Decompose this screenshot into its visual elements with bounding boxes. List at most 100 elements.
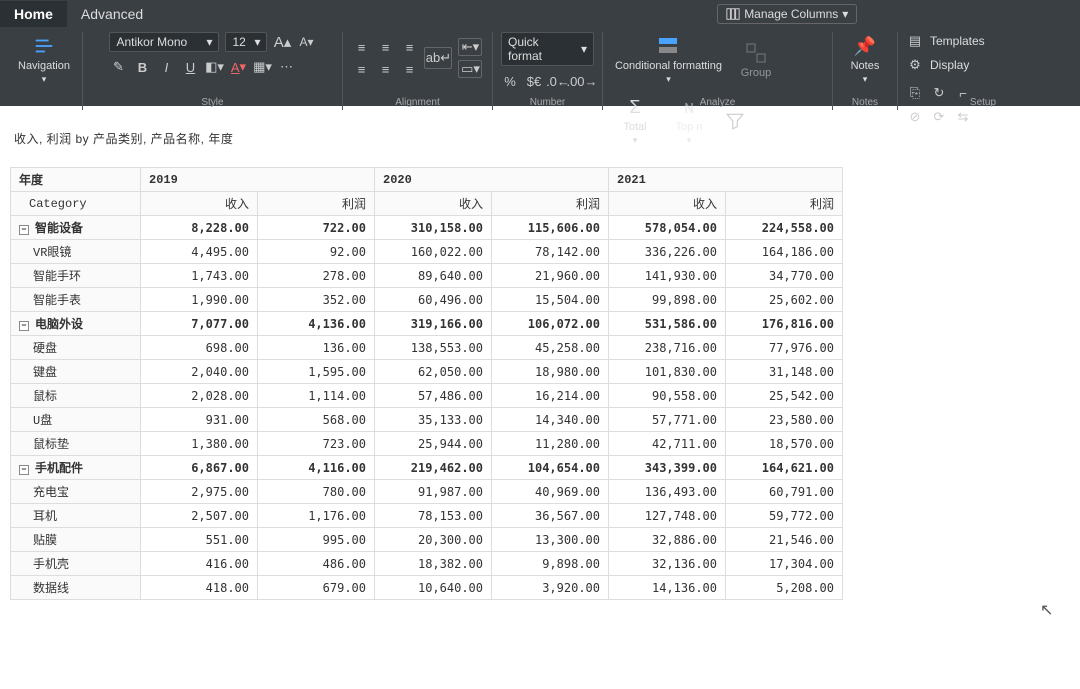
cell[interactable]: 5,208.00 (726, 576, 843, 600)
cell[interactable]: 2,040.00 (141, 360, 258, 384)
templates-button[interactable]: ▤ Templates (906, 32, 985, 50)
cell[interactable]: 18,382.00 (375, 552, 492, 576)
cell[interactable]: 1,595.00 (258, 360, 375, 384)
tab-home[interactable]: Home (0, 1, 67, 27)
quick-format-select[interactable]: Quick format▾ (501, 32, 594, 66)
table-row-label[interactable]: 数据线 (11, 576, 141, 600)
cell[interactable]: 780.00 (258, 480, 375, 504)
cell[interactable]: 418.00 (141, 576, 258, 600)
cell[interactable]: 78,153.00 (375, 504, 492, 528)
table-row-label[interactable]: 鼠标 (11, 384, 141, 408)
font-family-select[interactable]: Antikor Mono▾ (109, 32, 219, 52)
table-row-label[interactable]: VR眼镜 (11, 240, 141, 264)
font-size-select[interactable]: 12▾ (225, 32, 267, 52)
cell[interactable]: 36,567.00 (492, 504, 609, 528)
cell[interactable]: 238,716.00 (609, 336, 726, 360)
cell[interactable]: 13,300.00 (492, 528, 609, 552)
table-row-label[interactable]: 充电宝 (11, 480, 141, 504)
table-row-label[interactable]: 手机壳 (11, 552, 141, 576)
cell[interactable]: 10,640.00 (375, 576, 492, 600)
table-row-label[interactable]: 贴膜 (11, 528, 141, 552)
header-category[interactable]: Category (11, 192, 141, 216)
total-button[interactable]: Σ Total▾ (611, 93, 659, 148)
cell[interactable]: 42,711.00 (609, 432, 726, 456)
border-button[interactable]: ▦▾ (253, 58, 271, 76)
cell[interactable]: 336,226.00 (609, 240, 726, 264)
cell[interactable]: 138,553.00 (375, 336, 492, 360)
cell[interactable]: 14,340.00 (492, 408, 609, 432)
percent-button[interactable]: % (501, 72, 519, 90)
cell[interactable]: 1,990.00 (141, 288, 258, 312)
cell[interactable]: 11,280.00 (492, 432, 609, 456)
cell[interactable]: 310,158.00 (375, 216, 492, 240)
align-left-icon[interactable]: ≡ (352, 60, 370, 78)
cell[interactable]: 106,072.00 (492, 312, 609, 336)
collapse-icon[interactable]: − (19, 321, 29, 331)
cell[interactable]: 224,558.00 (726, 216, 843, 240)
cell[interactable]: 551.00 (141, 528, 258, 552)
cell[interactable]: 1,176.00 (258, 504, 375, 528)
cell[interactable]: 40,969.00 (492, 480, 609, 504)
navigation-button[interactable]: Navigation ▾ (14, 32, 74, 87)
redo-icon[interactable]: ↻ (930, 84, 948, 102)
cell[interactable]: 141,930.00 (609, 264, 726, 288)
cell[interactable]: 136,493.00 (609, 480, 726, 504)
increase-font-icon[interactable]: A▴ (273, 33, 291, 51)
cell[interactable]: 34,770.00 (726, 264, 843, 288)
cell[interactable]: 4,495.00 (141, 240, 258, 264)
tab-advanced[interactable]: Advanced (67, 1, 157, 27)
cell[interactable]: 90,558.00 (609, 384, 726, 408)
indent-button[interactable]: ⇤▾ (458, 38, 482, 56)
decimal-dec-icon[interactable]: .00→ (573, 72, 591, 90)
more-style-icon[interactable]: ⋯ (277, 58, 295, 76)
cell[interactable]: 352.00 (258, 288, 375, 312)
cell[interactable]: 995.00 (258, 528, 375, 552)
reset-icon[interactable]: ⊘ (906, 108, 924, 126)
cell[interactable]: 32,136.00 (609, 552, 726, 576)
currency-button[interactable]: $€ (525, 72, 543, 90)
cell[interactable]: 127,748.00 (609, 504, 726, 528)
group-row[interactable]: −智能设备 (11, 216, 141, 240)
cell[interactable]: 59,772.00 (726, 504, 843, 528)
align-top-icon[interactable]: ≡ (352, 38, 370, 56)
cell[interactable]: 14,136.00 (609, 576, 726, 600)
group-row[interactable]: −电脑外设 (11, 312, 141, 336)
decimal-inc-icon[interactable]: .0← (549, 72, 567, 90)
header-2020[interactable]: 2020 (375, 168, 609, 192)
notes-button[interactable]: 📌 Notes▾ (841, 32, 889, 87)
cell[interactable]: 9,898.00 (492, 552, 609, 576)
underline-button[interactable]: U (181, 58, 199, 76)
cell[interactable]: 62,050.00 (375, 360, 492, 384)
cell[interactable]: 164,186.00 (726, 240, 843, 264)
cell[interactable]: 60,496.00 (375, 288, 492, 312)
cell[interactable]: 15,504.00 (492, 288, 609, 312)
align-middle-icon[interactable]: ≡ (376, 38, 394, 56)
italic-button[interactable]: I (157, 58, 175, 76)
cell[interactable]: 21,960.00 (492, 264, 609, 288)
cell[interactable]: 1,380.00 (141, 432, 258, 456)
header-2019[interactable]: 2019 (141, 168, 375, 192)
table-row-label[interactable]: 智能手环 (11, 264, 141, 288)
cell[interactable]: 578,054.00 (609, 216, 726, 240)
bold-button[interactable]: B (133, 58, 151, 76)
cell[interactable]: 77,976.00 (726, 336, 843, 360)
font-color-button[interactable]: A▾ (229, 58, 247, 76)
cell[interactable]: 2,975.00 (141, 480, 258, 504)
merge-button[interactable]: ▭▾ (458, 60, 482, 78)
cell[interactable]: 16,214.00 (492, 384, 609, 408)
cell[interactable]: 25,602.00 (726, 288, 843, 312)
header-2021[interactable]: 2021 (609, 168, 843, 192)
cell[interactable]: 35,133.00 (375, 408, 492, 432)
cell[interactable]: 78,142.00 (492, 240, 609, 264)
cell[interactable]: 21,546.00 (726, 528, 843, 552)
sync-icon[interactable]: ⇆ (954, 108, 972, 126)
cell[interactable]: 136.00 (258, 336, 375, 360)
table-row-label[interactable]: 耳机 (11, 504, 141, 528)
cell[interactable]: 45,258.00 (492, 336, 609, 360)
decrease-font-icon[interactable]: A▾ (297, 33, 315, 51)
cell[interactable]: 219,462.00 (375, 456, 492, 480)
align-right-icon[interactable]: ≡ (400, 60, 418, 78)
cell[interactable]: 931.00 (141, 408, 258, 432)
cell[interactable]: 319,166.00 (375, 312, 492, 336)
cell[interactable]: 115,606.00 (492, 216, 609, 240)
